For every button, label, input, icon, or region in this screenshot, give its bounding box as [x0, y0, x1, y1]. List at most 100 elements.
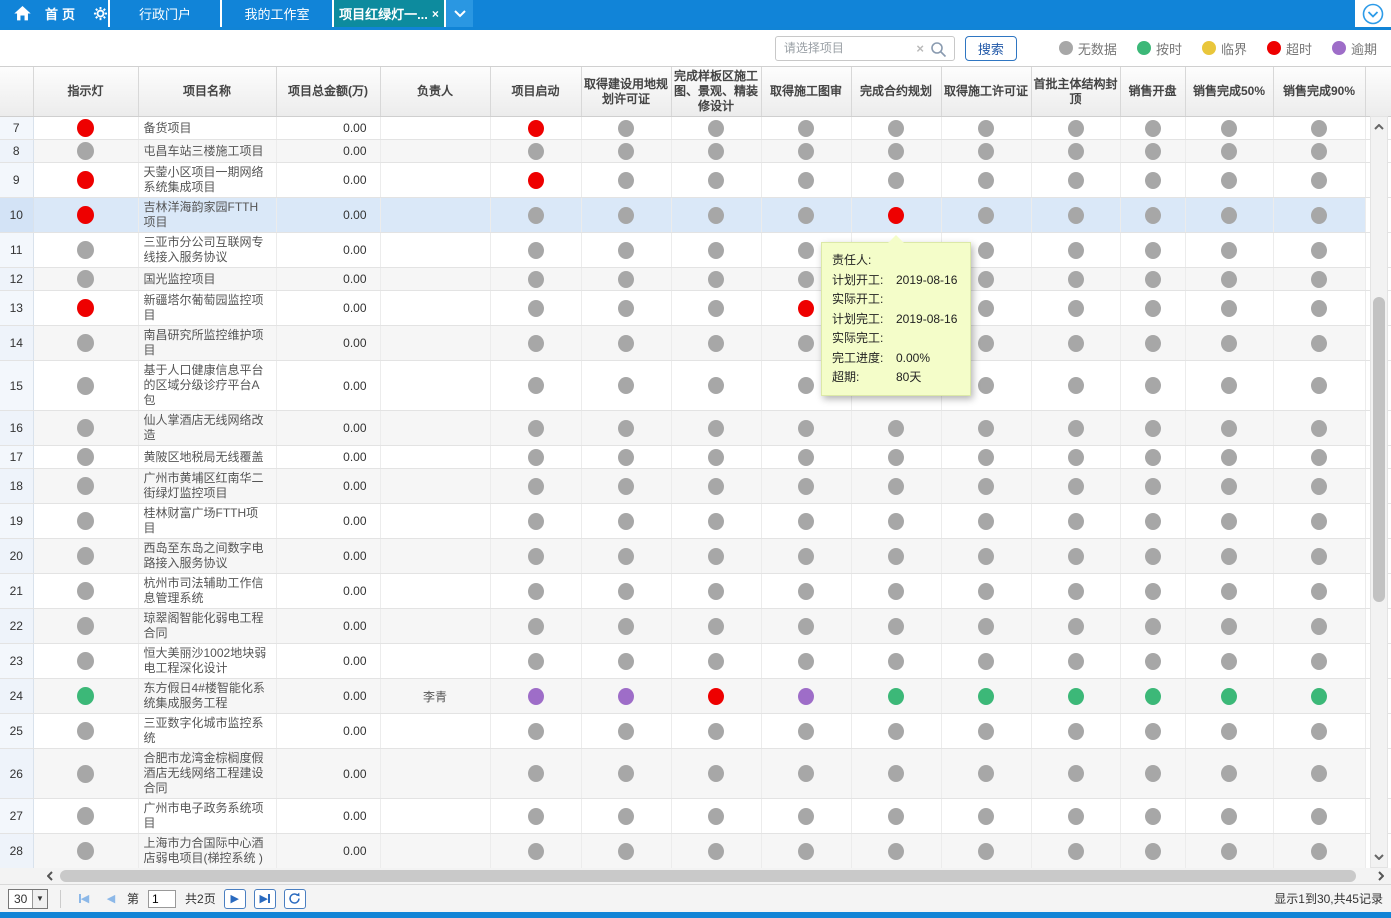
page-number-input[interactable]: [148, 890, 176, 908]
status-dot[interactable]: [978, 653, 994, 670]
status-dot[interactable]: [618, 583, 634, 600]
status-dot[interactable]: [798, 548, 814, 565]
status-dot[interactable]: [798, 618, 814, 635]
status-dot[interactable]: [528, 120, 544, 137]
status-dot[interactable]: [1145, 478, 1161, 495]
status-dot[interactable]: [978, 242, 994, 259]
status-dot[interactable]: [1145, 653, 1161, 670]
status-dot[interactable]: [618, 618, 634, 635]
gear-icon[interactable]: [93, 6, 108, 21]
status-dot[interactable]: [528, 449, 544, 466]
status-dot[interactable]: [1068, 449, 1084, 466]
indicator-dot[interactable]: [77, 448, 94, 466]
indicator-dot[interactable]: [77, 617, 94, 635]
status-dot[interactable]: [978, 583, 994, 600]
status-dot[interactable]: [978, 449, 994, 466]
status-dot[interactable]: [1068, 478, 1084, 495]
status-dot[interactable]: [1311, 723, 1327, 740]
last-page-button[interactable]: ▶: [254, 889, 276, 909]
status-dot[interactable]: [888, 207, 904, 224]
status-dot[interactable]: [1221, 377, 1237, 394]
status-dot[interactable]: [798, 172, 814, 189]
status-dot[interactable]: [1221, 808, 1237, 825]
status-dot[interactable]: [618, 688, 634, 705]
status-dot[interactable]: [708, 808, 724, 825]
status-dot[interactable]: [1145, 583, 1161, 600]
status-dot[interactable]: [798, 583, 814, 600]
table-row[interactable]: 13新疆塔尔葡萄园监控项目0.00: [0, 291, 1391, 326]
status-dot[interactable]: [888, 723, 904, 740]
status-dot[interactable]: [1311, 548, 1327, 565]
status-dot[interactable]: [1068, 808, 1084, 825]
status-dot[interactable]: [618, 335, 634, 352]
status-dot[interactable]: [1311, 765, 1327, 782]
close-tab-icon[interactable]: ×: [432, 7, 439, 21]
status-dot[interactable]: [1145, 120, 1161, 137]
status-dot[interactable]: [978, 688, 994, 705]
status-dot[interactable]: [1068, 688, 1084, 705]
status-dot[interactable]: [978, 843, 994, 860]
status-dot[interactable]: [528, 548, 544, 565]
status-dot[interactable]: [528, 723, 544, 740]
status-dot[interactable]: [1311, 300, 1327, 317]
status-dot[interactable]: [708, 120, 724, 137]
status-dot[interactable]: [1145, 242, 1161, 259]
status-dot[interactable]: [798, 242, 814, 259]
status-dot[interactable]: [1311, 513, 1327, 530]
indicator-dot[interactable]: [77, 582, 94, 600]
prev-page-button[interactable]: ◀: [100, 889, 122, 909]
table-row[interactable]: 16仙人掌酒店无线网络改造0.00: [0, 411, 1391, 446]
status-dot[interactable]: [528, 377, 544, 394]
status-dot[interactable]: [1221, 300, 1237, 317]
status-dot[interactable]: [798, 120, 814, 137]
status-dot[interactable]: [708, 765, 724, 782]
table-row[interactable]: 25三亚数字化城市监控系统0.00: [0, 714, 1391, 749]
status-dot[interactable]: [1145, 335, 1161, 352]
status-dot[interactable]: [798, 300, 814, 317]
status-dot[interactable]: [978, 335, 994, 352]
indicator-dot[interactable]: [77, 241, 94, 259]
status-dot[interactable]: [708, 449, 724, 466]
status-dot[interactable]: [1145, 548, 1161, 565]
status-dot[interactable]: [708, 172, 724, 189]
status-dot[interactable]: [888, 172, 904, 189]
status-dot[interactable]: [528, 143, 544, 160]
status-dot[interactable]: [1311, 120, 1327, 137]
status-dot[interactable]: [1221, 335, 1237, 352]
status-dot[interactable]: [1068, 271, 1084, 288]
status-dot[interactable]: [1311, 478, 1327, 495]
status-dot[interactable]: [528, 478, 544, 495]
status-dot[interactable]: [528, 271, 544, 288]
status-dot[interactable]: [978, 300, 994, 317]
status-dot[interactable]: [528, 513, 544, 530]
status-dot[interactable]: [708, 478, 724, 495]
status-dot[interactable]: [528, 688, 544, 705]
table-row[interactable]: 22琼翠阁智能化弱电工程合同0.00: [0, 609, 1391, 644]
status-dot[interactable]: [618, 449, 634, 466]
status-dot[interactable]: [888, 478, 904, 495]
indicator-dot[interactable]: [77, 419, 94, 437]
status-dot[interactable]: [1221, 242, 1237, 259]
status-dot[interactable]: [528, 843, 544, 860]
status-dot[interactable]: [1145, 843, 1161, 860]
status-dot[interactable]: [888, 843, 904, 860]
table-row[interactable]: 17黄陂区地税局无线覆盖0.00: [0, 446, 1391, 469]
indicator-dot[interactable]: [77, 206, 94, 224]
status-dot[interactable]: [1145, 765, 1161, 782]
table-row[interactable]: 19桂林财富广场FTTH项目0.00: [0, 504, 1391, 539]
indicator-dot[interactable]: [77, 687, 94, 705]
status-dot[interactable]: [528, 808, 544, 825]
status-dot[interactable]: [618, 478, 634, 495]
table-row[interactable]: 27广州市电子政务系统项目0.00: [0, 799, 1391, 834]
status-dot[interactable]: [888, 808, 904, 825]
status-dot[interactable]: [528, 583, 544, 600]
indicator-dot[interactable]: [77, 270, 94, 288]
status-dot[interactable]: [708, 618, 724, 635]
status-dot[interactable]: [1221, 271, 1237, 288]
status-dot[interactable]: [528, 242, 544, 259]
status-dot[interactable]: [1145, 207, 1161, 224]
search-input[interactable]: [776, 37, 954, 60]
status-dot[interactable]: [798, 843, 814, 860]
status-dot[interactable]: [1068, 723, 1084, 740]
status-dot[interactable]: [528, 300, 544, 317]
